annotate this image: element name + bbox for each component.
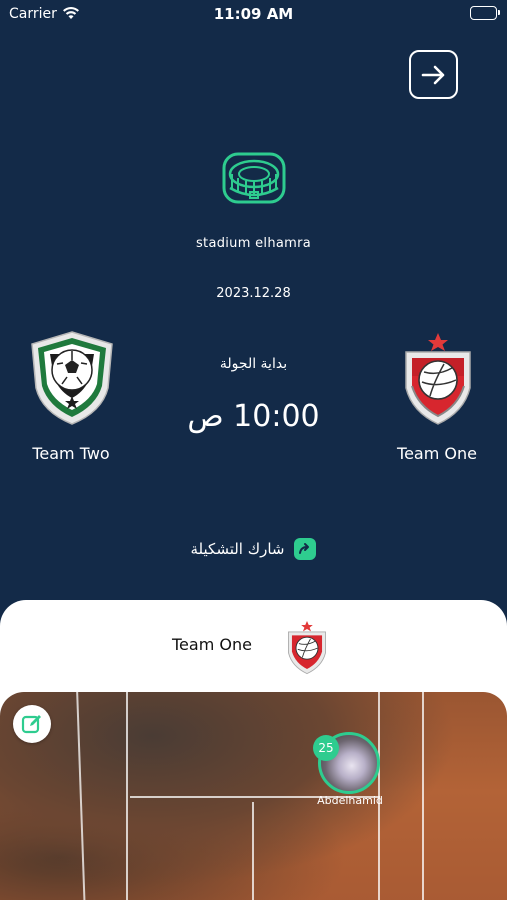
arrow-right-icon (421, 65, 444, 84)
court-line (422, 692, 424, 900)
exit-button[interactable] (409, 50, 458, 99)
battery-icon (470, 6, 500, 20)
edit-icon (21, 715, 41, 734)
lineup-card: Team One 25 Abdelhamid (0, 600, 507, 900)
stadium-icon (222, 152, 286, 204)
stadium-name: stadium elhamra (195, 236, 312, 251)
lineup-team-logo (288, 620, 326, 675)
team-one-name: Team One (397, 444, 477, 463)
court-line (76, 692, 86, 900)
share-icon (294, 538, 317, 560)
court-line (126, 692, 128, 900)
team-two-name: Team Two (32, 444, 110, 463)
edit-lineup-button[interactable] (13, 705, 51, 743)
player-number-badge: 25 (313, 735, 339, 761)
player-name: Abdelhamid (317, 794, 383, 807)
match-date: 2023.12.28 (216, 286, 291, 301)
lineup-team-name: Team One (172, 635, 252, 654)
share-lineup-button[interactable]: شارك التشكيلة (0, 538, 507, 560)
team-two-logo[interactable] (30, 330, 114, 426)
status-bar: Carrier 11:09 AM (0, 0, 507, 30)
team-one-logo[interactable] (400, 330, 476, 426)
lineup-pitch[interactable]: 25 Abdelhamid (0, 692, 507, 900)
share-lineup-label: شارك التشكيلة (190, 540, 285, 558)
status-time: 11:09 AM (213, 5, 294, 23)
court-line (252, 802, 254, 900)
